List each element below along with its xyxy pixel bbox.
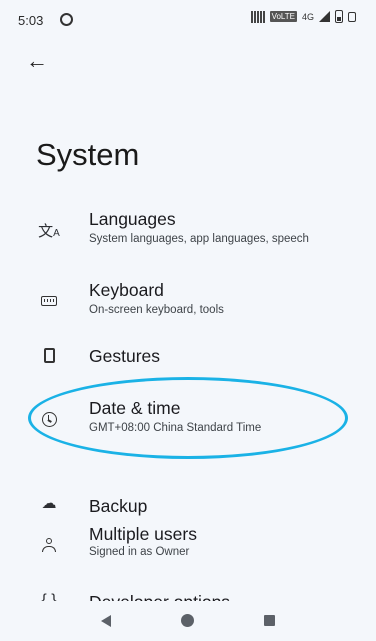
item-sub: Signed in as Owner: [89, 546, 190, 558]
battery-icon: [335, 10, 343, 23]
item-sub: On-screen keyboard, tools: [89, 304, 224, 316]
item-label: Languages: [89, 209, 176, 229]
status-time: 5:03: [18, 13, 44, 28]
person-icon: [38, 534, 60, 556]
navigation-bar: [0, 601, 376, 641]
status-bar: 5:03 VoLTE 4G: [0, 0, 376, 40]
settings-item-languages[interactable]: 文A Languages System languages, app langu…: [0, 205, 376, 255]
status-icons: VoLTE 4G: [250, 10, 356, 23]
notification-icon: [250, 10, 265, 23]
back-arrow-icon[interactable]: ←: [26, 48, 56, 74]
translate-icon: 文A: [38, 222, 60, 240]
cloud-upload-icon: ☁: [41, 495, 57, 512]
nav-back-icon[interactable]: [101, 615, 111, 627]
item-label: Backup: [89, 496, 148, 516]
settings-item-gestures[interactable]: Gestures: [0, 336, 376, 386]
clock-icon: [38, 408, 60, 430]
network-type: 4G: [301, 11, 314, 22]
item-sub: GMT+08:00 China Standard Time: [89, 422, 262, 434]
item-label: Gestures: [89, 346, 160, 366]
nav-recents-icon[interactable]: [264, 615, 275, 626]
page-title: System: [36, 137, 140, 172]
nav-home-icon[interactable]: [181, 614, 194, 627]
storage-icon: [348, 11, 356, 22]
volte-icon: VoLTE: [269, 11, 297, 22]
item-label: Keyboard: [89, 280, 164, 300]
signal-icon: [319, 11, 330, 22]
settings-item-multiple-users[interactable]: Multiple users Signed in as Owner: [0, 518, 376, 568]
item-label: Multiple users: [89, 524, 197, 544]
gestures-icon: [38, 344, 60, 366]
item-label: Date & time: [89, 398, 181, 418]
settings-item-date-time[interactable]: Date & time GMT+08:00 China Standard Tim…: [0, 394, 376, 444]
keyboard-icon: [38, 290, 60, 312]
item-sub: System languages, app languages, speech: [89, 233, 309, 245]
settings-item-keyboard[interactable]: Keyboard On-screen keyboard, tools: [0, 276, 376, 326]
sync-icon: [60, 13, 73, 26]
